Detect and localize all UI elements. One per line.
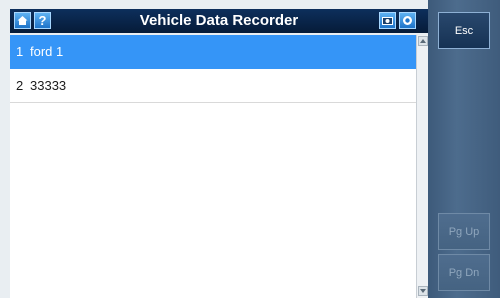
page-title: Vehicle Data Recorder: [139, 12, 299, 29]
home-button[interactable]: [14, 12, 31, 29]
page-up-button[interactable]: Pg Up: [438, 213, 490, 250]
record-button[interactable]: [399, 12, 416, 29]
side-panel: Esc Pg Up Pg Dn: [428, 0, 500, 298]
list-item-name: 33333: [30, 78, 67, 93]
scroll-down-arrow[interactable]: [418, 286, 428, 296]
list-item[interactable]: 1 ford 1: [10, 35, 416, 69]
list-item[interactable]: 2 33333: [10, 69, 416, 103]
help-icon: ?: [38, 13, 47, 28]
camera-icon: [382, 17, 393, 25]
home-icon: [17, 16, 28, 25]
scroll-up-arrow[interactable]: [418, 36, 428, 46]
arrow-up-icon: [420, 39, 426, 43]
camera-button[interactable]: [379, 12, 396, 29]
title-bar: ? Vehicle Data Recorder: [10, 9, 428, 33]
list-item-index: 2: [16, 78, 24, 93]
esc-button[interactable]: Esc: [438, 12, 490, 49]
arrow-down-icon: [420, 289, 426, 293]
page-down-button[interactable]: Pg Dn: [438, 254, 490, 291]
list-item-index: 1: [16, 44, 24, 59]
list-item-name: ford 1: [30, 44, 64, 59]
help-button[interactable]: ?: [34, 12, 51, 29]
recording-list: 1 ford 1 2 33333: [10, 35, 416, 298]
record-icon: [403, 16, 412, 25]
list-scrollbar[interactable]: [416, 35, 428, 298]
